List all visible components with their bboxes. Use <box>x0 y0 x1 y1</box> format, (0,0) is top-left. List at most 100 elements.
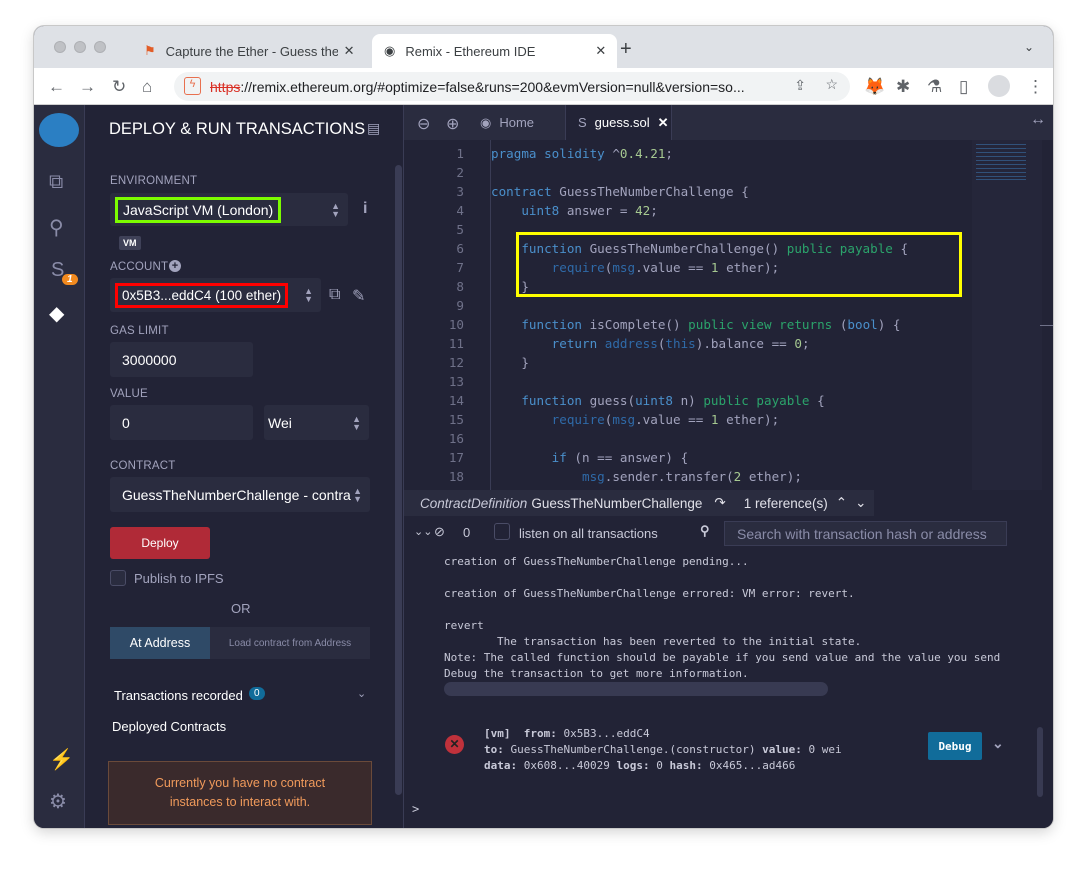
minimap[interactable] <box>972 140 1042 490</box>
zoom-out-icon[interactable]: ⊖ <box>417 114 430 134</box>
chevron-down-icon[interactable]: ⌄ <box>357 687 366 700</box>
metamask-extension-icon[interactable]: 🦊 <box>864 77 885 97</box>
profile-avatar[interactable] <box>988 75 1010 97</box>
line-number: 15 <box>448 412 464 427</box>
code-token: function <box>521 393 590 408</box>
code-line[interactable]: contract GuessTheNumberChallenge { <box>491 184 749 199</box>
transaction-search-input[interactable]: Search with transaction hash or address <box>724 521 1007 546</box>
plugin-manager-icon[interactable]: ⚡ <box>49 747 74 772</box>
value-unit-select[interactable]: Wei ▲ ▼ <box>264 405 369 440</box>
code-token: .sender.transfer( <box>604 469 734 484</box>
expand-horizontal-icon[interactable]: ↔ <box>1030 111 1046 129</box>
terminal-log: creation of GuessTheNumberChallenge pend… <box>404 551 1007 701</box>
share-icon[interactable]: ⇪ <box>794 77 806 94</box>
goto-definition-icon[interactable]: ↷ <box>714 495 725 511</box>
line-number: 1 <box>456 146 464 161</box>
close-tab-icon[interactable]: ✕ <box>658 115 669 131</box>
log-line: creation of GuessTheNumberChallenge pend… <box>444 555 749 568</box>
code-line[interactable]: pragma solidity ^0.4.21; <box>491 146 673 161</box>
panel-scrollbar[interactable] <box>395 165 402 795</box>
new-tab-button[interactable]: + <box>620 38 632 61</box>
clear-console-icon[interactable]: ⊘ <box>434 524 445 540</box>
browser-tab-remix[interactable]: ◉ Remix - Ethereum IDE ✕ <box>372 34 617 68</box>
expand-tx-chevron-icon[interactable]: ⌄ <box>992 735 1004 752</box>
back-icon[interactable]: ← <box>48 77 65 97</box>
publish-ipfs-checkbox[interactable] <box>110 570 126 586</box>
reload-icon[interactable]: ↻ <box>112 77 126 97</box>
terminal-prompt[interactable]: > <box>412 802 419 816</box>
code-line[interactable]: function guess(uint8 n) public payable { <box>491 393 824 408</box>
editor-scrollbar[interactable] <box>1040 325 1053 326</box>
menu-kebab-icon[interactable]: ⋮ <box>1027 77 1044 97</box>
close-tab-icon[interactable]: ✕ <box>344 43 355 59</box>
code-token: 0.4.21 <box>619 146 666 161</box>
bookmark-star-icon[interactable]: ☆ <box>825 76 838 93</box>
environment-select[interactable]: JavaScript VM (London) ▲ ▼ <box>110 193 348 226</box>
settings-gear-icon[interactable]: ⚙ <box>49 789 67 814</box>
code-line[interactable]: require(msg.value == 1 ether); <box>491 412 780 427</box>
documentation-icon[interactable]: ▤ <box>367 120 380 137</box>
lab-flask-icon[interactable]: ⚗ <box>927 77 942 97</box>
code-token: } <box>491 279 529 294</box>
debug-button[interactable]: Debug <box>928 732 982 760</box>
previous-reference-icon[interactable]: ⌃ <box>836 495 847 511</box>
tab-guess-sol[interactable]: Sguess.sol ✕ <box>566 105 672 140</box>
deploy-button[interactable]: Deploy <box>110 527 210 559</box>
code-token: bool <box>847 317 878 332</box>
tab-search-chevron-icon[interactable]: ⌄ <box>1024 40 1034 54</box>
log-line: The transaction has been reverted to the… <box>444 635 862 648</box>
transactions-recorded-toggle[interactable]: Transactions recorded <box>114 688 243 703</box>
copy-icon[interactable]: ⧉ <box>329 286 340 304</box>
add-account-icon[interactable]: + <box>169 260 181 272</box>
gas-limit-input[interactable]: 3000000 <box>110 342 253 377</box>
edit-icon[interactable]: ✎ <box>352 286 365 306</box>
contract-select[interactable]: GuessTheNumberChallenge - contra ▲ ▼ <box>110 477 370 512</box>
value-input[interactable]: 0 <box>110 405 253 440</box>
code-line[interactable]: return address(this).balance == 0; <box>491 336 810 351</box>
code-line[interactable]: function isComplete() public view return… <box>491 317 900 332</box>
window-zoom-button[interactable] <box>94 41 106 53</box>
zoom-in-icon[interactable]: ⊕ <box>446 114 459 134</box>
close-tab-icon[interactable]: ✕ <box>595 43 606 59</box>
remix-logo-icon[interactable] <box>39 113 79 147</box>
code-line[interactable]: } <box>491 279 529 294</box>
info-icon[interactable]: i <box>363 200 367 218</box>
code-line[interactable]: msg.sender.transfer(2 ether); <box>491 469 802 484</box>
code-token: n) <box>680 393 704 408</box>
line-number: 9 <box>456 298 464 313</box>
code-line[interactable]: function GuessTheNumberChallenge() publi… <box>491 241 908 256</box>
deploy-run-icon[interactable]: ◆ <box>49 301 64 326</box>
search-icon[interactable]: ⚲ <box>49 215 64 240</box>
code-line[interactable]: } <box>491 355 529 370</box>
forward-icon[interactable]: → <box>79 77 96 97</box>
line-number: 16 <box>448 431 464 446</box>
home-icon[interactable]: ⌂ <box>142 77 152 97</box>
account-select[interactable]: 0x5B3...eddC4 (100 ether) ▲ ▼ <box>110 278 321 312</box>
code-line[interactable]: uint8 answer = 42; <box>491 203 658 218</box>
side-panel-icon[interactable]: ▯ <box>959 77 968 97</box>
code-line[interactable]: if (n == answer) { <box>491 450 688 465</box>
terminal-scrollbar[interactable] <box>1037 727 1043 797</box>
browser-tab-capture-the-ether[interactable]: ⚑ Capture the Ether - Guess the r ✕ <box>132 34 367 68</box>
transaction-summary[interactable]: [vm] from: 0x5B3...eddC4 to: GuessTheNum… <box>484 726 842 774</box>
window-close-button[interactable] <box>54 41 66 53</box>
url-input[interactable]: ϟ https://remix.ethereum.org/#optimize=f… <box>174 72 850 101</box>
at-address-input[interactable]: Load contract from Address <box>210 627 370 659</box>
value-label: VALUE <box>110 388 148 400</box>
log-horizontal-scrollbar[interactable] <box>444 682 828 696</box>
code-token: ether); <box>741 469 802 484</box>
next-reference-icon[interactable]: ⌄ <box>855 495 866 511</box>
tab-home[interactable]: ◉ Home <box>466 105 566 140</box>
code-line[interactable]: require(msg.value == 1 ether); <box>491 260 780 275</box>
extensions-puzzle-icon[interactable]: ✱ <box>896 77 910 97</box>
remix-logo-icon: ◉ <box>384 43 396 58</box>
window-minimize-button[interactable] <box>74 41 86 53</box>
code-editor[interactable]: 1 pragma solidity ^0.4.21; 2 3 contract Gues… <box>404 140 972 490</box>
code-token: uint8 <box>635 393 681 408</box>
listen-all-checkbox[interactable] <box>494 523 510 540</box>
file-explorer-icon[interactable]: ⧉ <box>49 171 63 194</box>
collapse-terminal-icon[interactable]: ⌄⌄ <box>414 525 432 538</box>
at-address-button[interactable]: At Address <box>110 627 210 659</box>
log-line: creation of GuessTheNumberChallenge erro… <box>444 587 855 600</box>
